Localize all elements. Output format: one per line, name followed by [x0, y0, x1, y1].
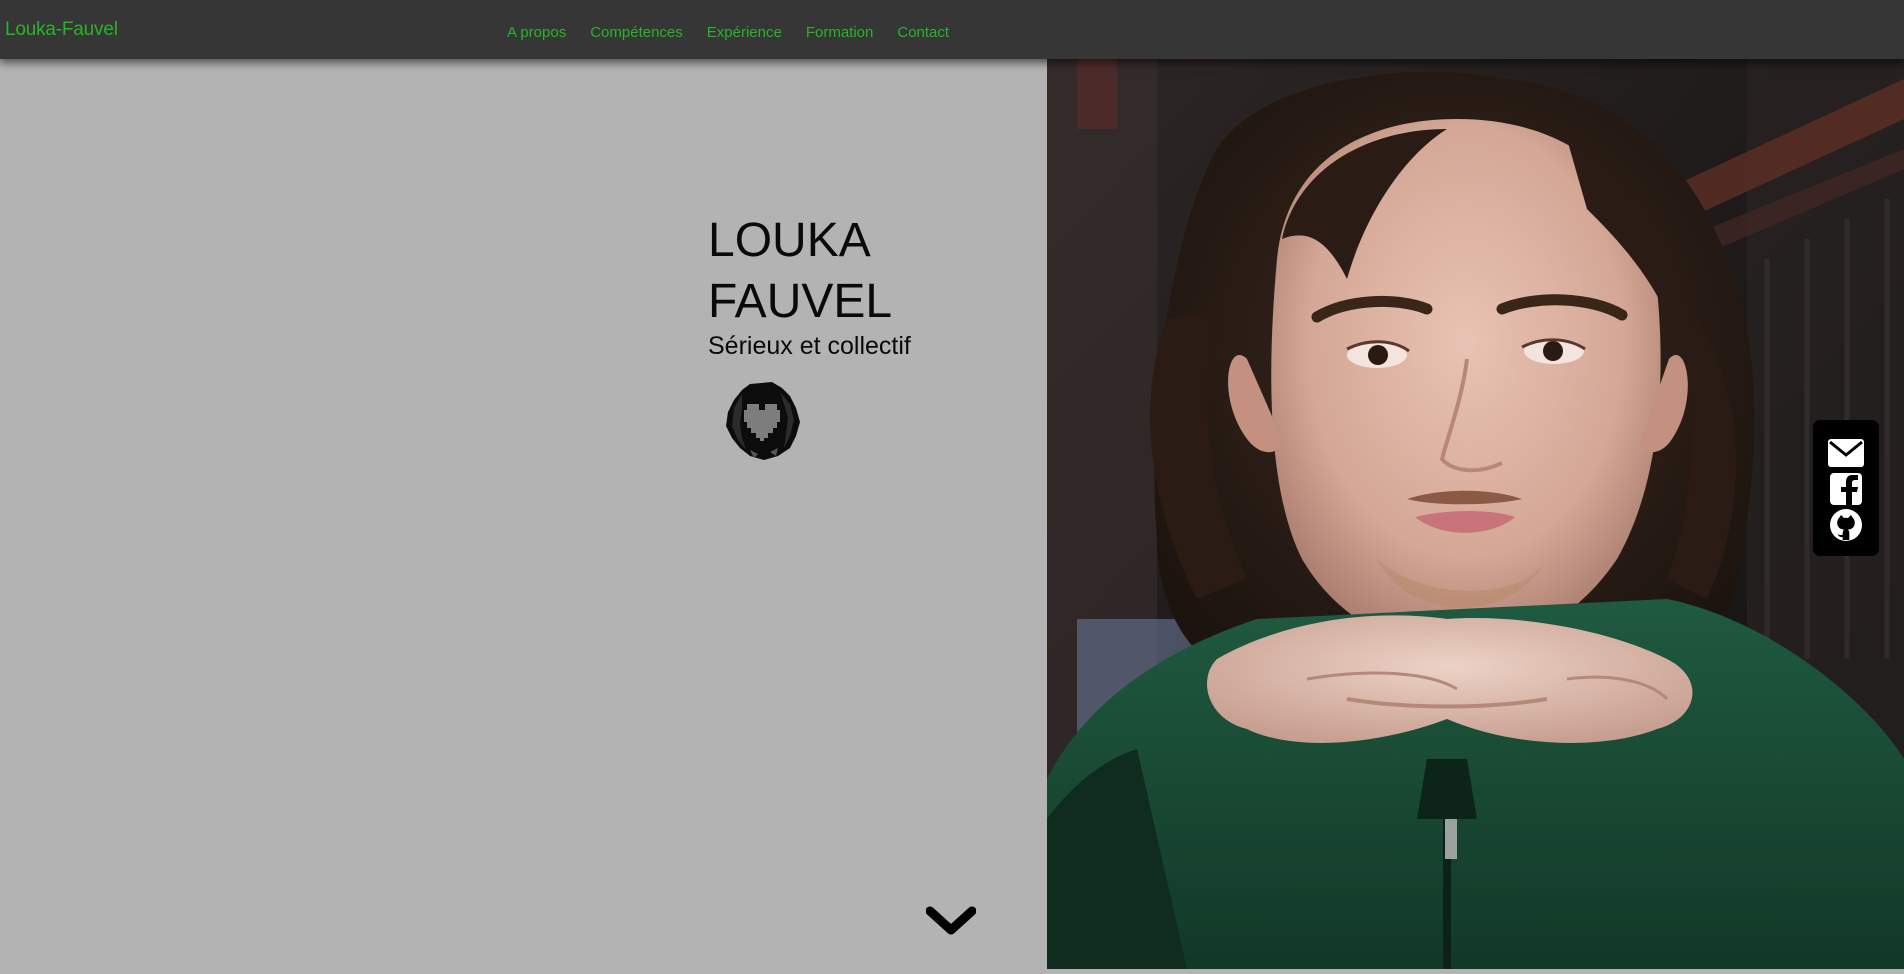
hero-first-name: LOUKA — [708, 214, 871, 267]
top-navbar: Louka-Fauvel A propos Compétences Expéri… — [0, 0, 1904, 59]
hero-section — [0, 59, 1047, 969]
portrait-photo — [1047, 59, 1904, 969]
nav-link-contact[interactable]: Contact — [897, 24, 949, 41]
envelope-icon[interactable] — [1828, 439, 1864, 472]
pixel-heart-logo-icon — [720, 378, 804, 462]
nav-link-formation[interactable]: Formation — [806, 24, 874, 41]
nav-link-a-propos[interactable]: A propos — [507, 24, 566, 41]
github-icon[interactable] — [1828, 508, 1864, 547]
scroll-down-chevron-icon[interactable] — [925, 903, 977, 937]
brand-link[interactable]: Louka-Fauvel — [5, 19, 118, 41]
facebook-icon[interactable] — [1828, 473, 1864, 510]
social-links-panel — [1813, 420, 1879, 556]
hero-name: LOUKA FAUVEL — [708, 210, 892, 332]
nav-menu: A propos Compétences Expérience Formatio… — [507, 24, 973, 41]
nav-link-competences[interactable]: Compétences — [590, 24, 683, 41]
hero-tagline: Sérieux et collectif — [708, 332, 911, 360]
hero-last-name: FAUVEL — [708, 275, 893, 328]
nav-link-experience[interactable]: Expérience — [707, 24, 782, 41]
